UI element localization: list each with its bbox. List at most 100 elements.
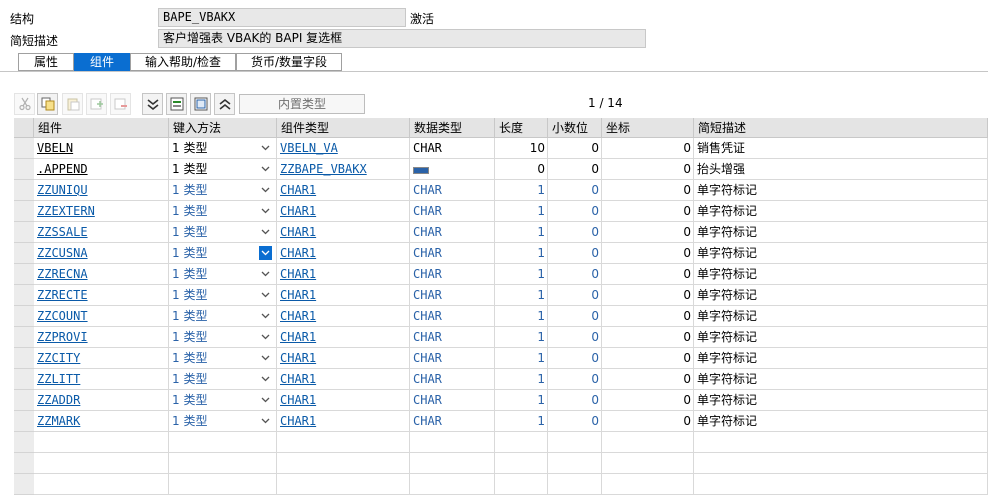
component-cell[interactable]: ZZCITY (34, 348, 169, 369)
row-selector[interactable] (14, 243, 34, 264)
tab-currency-quantity[interactable]: 货币/数量字段 (236, 53, 342, 71)
component-type-cell[interactable]: CHAR1 (277, 327, 410, 348)
paste-icon[interactable] (62, 93, 83, 115)
component-cell[interactable]: ZZSSALE (34, 222, 169, 243)
component-type-cell[interactable]: CHAR1 (277, 369, 410, 390)
component-cell[interactable]: ZZLITT (34, 369, 169, 390)
chevron-down-icon[interactable] (259, 246, 272, 260)
row-selector[interactable] (14, 306, 34, 327)
structure-name-field[interactable]: BAPE_VBAKX (158, 8, 406, 27)
type-method-cell[interactable]: 1 类型 (169, 369, 277, 390)
type-method-cell[interactable]: 1 类型 (169, 180, 277, 201)
row-selector[interactable] (14, 411, 34, 432)
builtin-type-button[interactable]: 内置类型 (239, 94, 365, 114)
component-value: ZZMARK (37, 414, 81, 428)
col-header-type-method[interactable]: 键入方法 (169, 118, 277, 138)
col-header-data-type[interactable]: 数据类型 (410, 118, 495, 138)
chevron-down-icon[interactable] (259, 414, 272, 428)
component-cell[interactable]: ZZCUSNA (34, 243, 169, 264)
chevron-down-icon[interactable] (259, 141, 272, 155)
component-cell[interactable]: ZZEXTERN (34, 201, 169, 222)
row-selector[interactable] (14, 264, 34, 285)
component-cell[interactable]: ZZADDR (34, 390, 169, 411)
chevron-down-icon[interactable] (259, 162, 272, 176)
component-type-cell[interactable]: CHAR1 (277, 306, 410, 327)
component-cell[interactable]: ZZCOUNT (34, 306, 169, 327)
new-row-icon[interactable] (166, 93, 187, 115)
row-selector[interactable] (14, 474, 34, 495)
expand-icon[interactable] (142, 93, 163, 115)
chevron-down-icon[interactable] (259, 225, 272, 239)
row-selector[interactable] (14, 180, 34, 201)
chevron-down-icon[interactable] (259, 372, 272, 386)
row-selector[interactable] (14, 138, 34, 159)
table-icon[interactable] (190, 93, 211, 115)
component-type-cell[interactable]: CHAR1 (277, 411, 410, 432)
type-method-cell[interactable]: 1 类型 (169, 138, 277, 159)
short-desc-field[interactable]: 客户增强表 VBAK的 BAPI 复选框 (158, 29, 646, 48)
type-method-cell[interactable]: 1 类型 (169, 264, 277, 285)
data-type-cell: CHAR (410, 243, 495, 264)
row-selector[interactable] (14, 159, 34, 180)
component-cell[interactable]: ZZRECNA (34, 264, 169, 285)
component-cell[interactable]: .APPEND (34, 159, 169, 180)
type-method-cell[interactable]: 1 类型 (169, 222, 277, 243)
component-type-cell[interactable]: ZZBAPE_VBAKX (277, 159, 410, 180)
type-method-cell[interactable]: 1 类型 (169, 306, 277, 327)
component-type-cell[interactable]: CHAR1 (277, 222, 410, 243)
component-cell[interactable]: ZZRECTE (34, 285, 169, 306)
component-cell[interactable]: ZZPROVI (34, 327, 169, 348)
type-method-cell[interactable]: 1 类型 (169, 348, 277, 369)
type-method-cell[interactable]: 1 类型 (169, 159, 277, 180)
chevron-down-icon[interactable] (259, 288, 272, 302)
select-all-header[interactable] (14, 118, 34, 138)
chevron-down-icon[interactable] (259, 309, 272, 323)
row-selector[interactable] (14, 348, 34, 369)
collapse-icon[interactable] (214, 93, 235, 115)
row-selector[interactable] (14, 327, 34, 348)
component-cell[interactable]: ZZUNIQU (34, 180, 169, 201)
chevron-down-icon[interactable] (259, 183, 272, 197)
component-type-cell[interactable]: CHAR1 (277, 390, 410, 411)
type-method-cell[interactable]: 1 类型 (169, 390, 277, 411)
col-header-length[interactable]: 长度 (495, 118, 548, 138)
col-header-coordinate[interactable]: 坐标 (602, 118, 694, 138)
delete-row-icon[interactable] (110, 93, 131, 115)
row-selector[interactable] (14, 369, 34, 390)
tab-components[interactable]: 组件 (74, 53, 130, 71)
component-type-cell[interactable]: CHAR1 (277, 348, 410, 369)
component-cell[interactable]: ZZMARK (34, 411, 169, 432)
component-type-cell[interactable]: CHAR1 (277, 201, 410, 222)
type-method-cell[interactable]: 1 类型 (169, 243, 277, 264)
chevron-down-icon[interactable] (259, 330, 272, 344)
insert-row-icon[interactable] (86, 93, 107, 115)
row-selector[interactable] (14, 432, 34, 453)
type-method-cell[interactable]: 1 类型 (169, 411, 277, 432)
row-selector[interactable] (14, 390, 34, 411)
type-method-cell[interactable]: 1 类型 (169, 327, 277, 348)
chevron-down-icon[interactable] (259, 204, 272, 218)
chevron-down-icon[interactable] (259, 393, 272, 407)
component-type-cell[interactable]: CHAR1 (277, 180, 410, 201)
tab-attributes[interactable]: 属性 (18, 53, 74, 71)
chevron-down-icon[interactable] (259, 351, 272, 365)
col-header-component[interactable]: 组件 (34, 118, 169, 138)
col-header-decimals[interactable]: 小数位 (548, 118, 602, 138)
component-type-cell[interactable]: CHAR1 (277, 243, 410, 264)
component-type-cell[interactable]: CHAR1 (277, 285, 410, 306)
cut-icon[interactable] (14, 93, 35, 115)
row-selector[interactable] (14, 453, 34, 474)
type-method-cell[interactable]: 1 类型 (169, 285, 277, 306)
component-cell[interactable]: VBELN (34, 138, 169, 159)
type-method-cell[interactable]: 1 类型 (169, 201, 277, 222)
component-type-cell[interactable]: CHAR1 (277, 264, 410, 285)
row-selector[interactable] (14, 285, 34, 306)
col-header-component-type[interactable]: 组件类型 (277, 118, 410, 138)
chevron-down-icon[interactable] (259, 267, 272, 281)
component-type-cell[interactable]: VBELN_VA (277, 138, 410, 159)
tab-input-help[interactable]: 输入帮助/检查 (130, 53, 236, 71)
row-selector[interactable] (14, 201, 34, 222)
col-header-short-desc[interactable]: 简短描述 (694, 118, 988, 138)
copy-icon[interactable] (37, 93, 58, 115)
row-selector[interactable] (14, 222, 34, 243)
